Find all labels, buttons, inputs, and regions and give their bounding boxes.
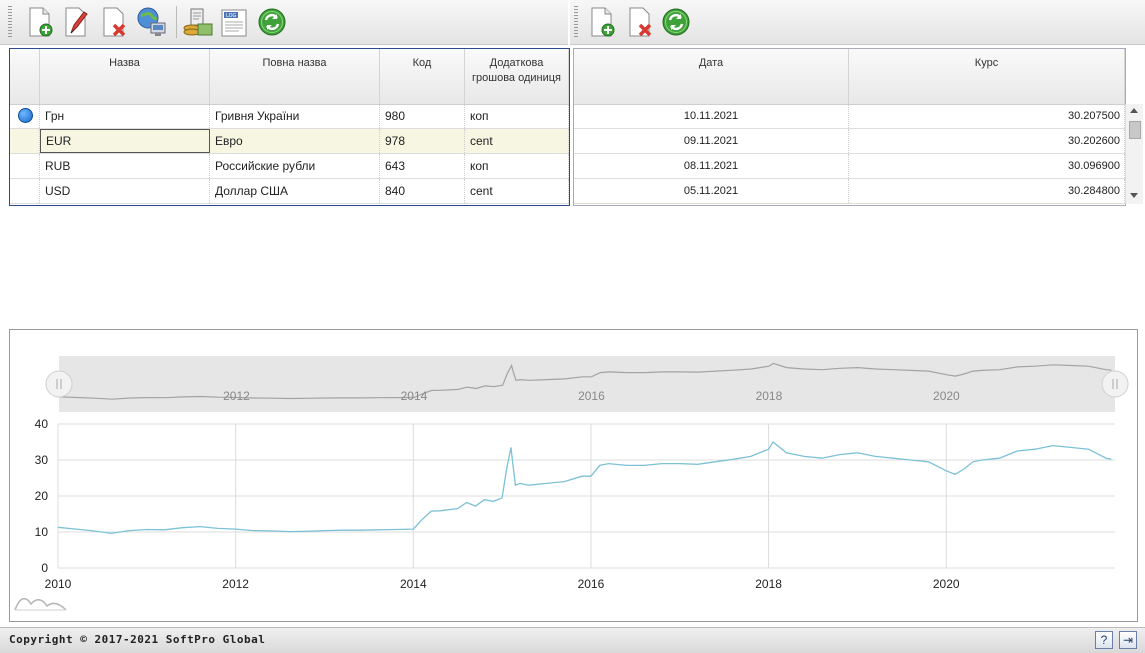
status-footer: Copyright © 2017-2021 SoftPro Global ? ⇥ bbox=[0, 627, 1145, 653]
exit-button[interactable]: ⇥ bbox=[1119, 631, 1137, 649]
x-tick-label: 2014 bbox=[400, 577, 427, 591]
copyright-text: Copyright © 2017-2021 SoftPro Global bbox=[9, 633, 266, 646]
navigator-background bbox=[59, 356, 1115, 412]
chart-navigator[interactable]: 2012 2014 2016 2018 2020 bbox=[45, 356, 1129, 412]
rate-history-chart: 2012 2014 2016 2018 2020 0102030402010 2012 20… bbox=[14, 356, 1129, 611]
x-tick-label: 2020 bbox=[933, 577, 960, 591]
chart-mini-icon bbox=[14, 597, 67, 611]
x-tick-label: 2012 bbox=[222, 577, 249, 591]
chart-plot-area: 0 10 20 30 40 2010 2012 2014 2016 2018 2020 bbox=[35, 417, 1115, 591]
y-tick-label: 0 bbox=[41, 561, 48, 575]
y-tick-label: 20 bbox=[35, 489, 49, 503]
y-tick-label: 30 bbox=[35, 453, 49, 467]
navigator-tick-label: 2014 bbox=[401, 389, 428, 403]
help-button[interactable]: ? bbox=[1095, 631, 1113, 649]
series-line bbox=[57, 441, 1112, 535]
navigator-left-handle[interactable] bbox=[45, 370, 73, 398]
y-tick-label: 10 bbox=[35, 525, 49, 539]
navigator-right-handle[interactable] bbox=[1101, 370, 1129, 398]
x-tick-label: 2018 bbox=[755, 577, 782, 591]
navigator-tick-label: 2020 bbox=[933, 389, 960, 403]
y-tick-label: 40 bbox=[35, 417, 49, 431]
navigator-tick-label: 2018 bbox=[756, 389, 783, 403]
navigator-tick-label: 2012 bbox=[223, 389, 250, 403]
navigator-tick-label: 2016 bbox=[578, 389, 605, 403]
x-tick-label: 2010 bbox=[45, 577, 72, 591]
x-tick-label: 2016 bbox=[578, 577, 605, 591]
